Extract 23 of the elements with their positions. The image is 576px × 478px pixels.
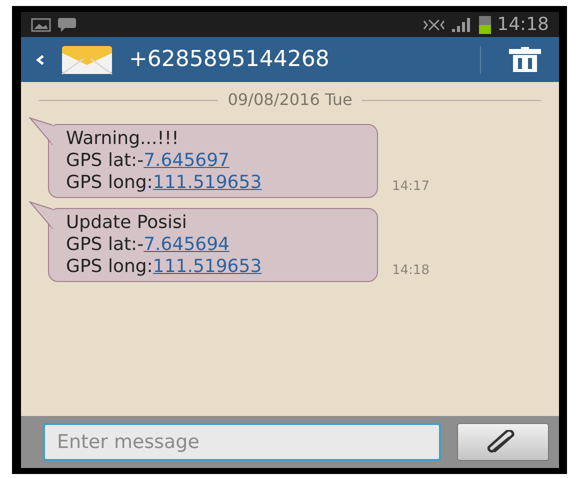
trash-icon[interactable]: [507, 46, 543, 72]
image-icon: [31, 18, 51, 32]
contact-number: +6285895144268: [129, 46, 330, 74]
attach-button[interactable]: [457, 423, 549, 461]
message-time: 14:17: [392, 178, 430, 196]
message-time: 14:18: [392, 262, 430, 280]
chat-icon: [57, 16, 77, 32]
message-line: GPS long:111.519653: [66, 172, 263, 194]
message-line: Update Posisi: [66, 212, 188, 234]
coordinate-link[interactable]: 111.519653: [152, 172, 262, 193]
coordinate-link[interactable]: 7.645694: [144, 234, 230, 255]
message-line: GPS lat:-7.645697: [66, 150, 230, 172]
coordinate-link[interactable]: 111.519653: [152, 256, 262, 277]
message-input[interactable]: Enter message: [43, 423, 441, 461]
vibrate-icon: [423, 18, 446, 30]
date-separator: 09/08/2016 Tue: [228, 89, 352, 111]
clock: 14:18: [497, 13, 549, 37]
message-line: GPS lat:-7.645694: [66, 234, 230, 256]
envelope-icon: [61, 44, 113, 74]
back-icon[interactable]: [35, 54, 45, 66]
message-line: Warning...!!!: [66, 128, 180, 150]
message-line: GPS long:111.519653: [66, 256, 263, 278]
coordinate-link[interactable]: 7.645697: [144, 150, 230, 171]
